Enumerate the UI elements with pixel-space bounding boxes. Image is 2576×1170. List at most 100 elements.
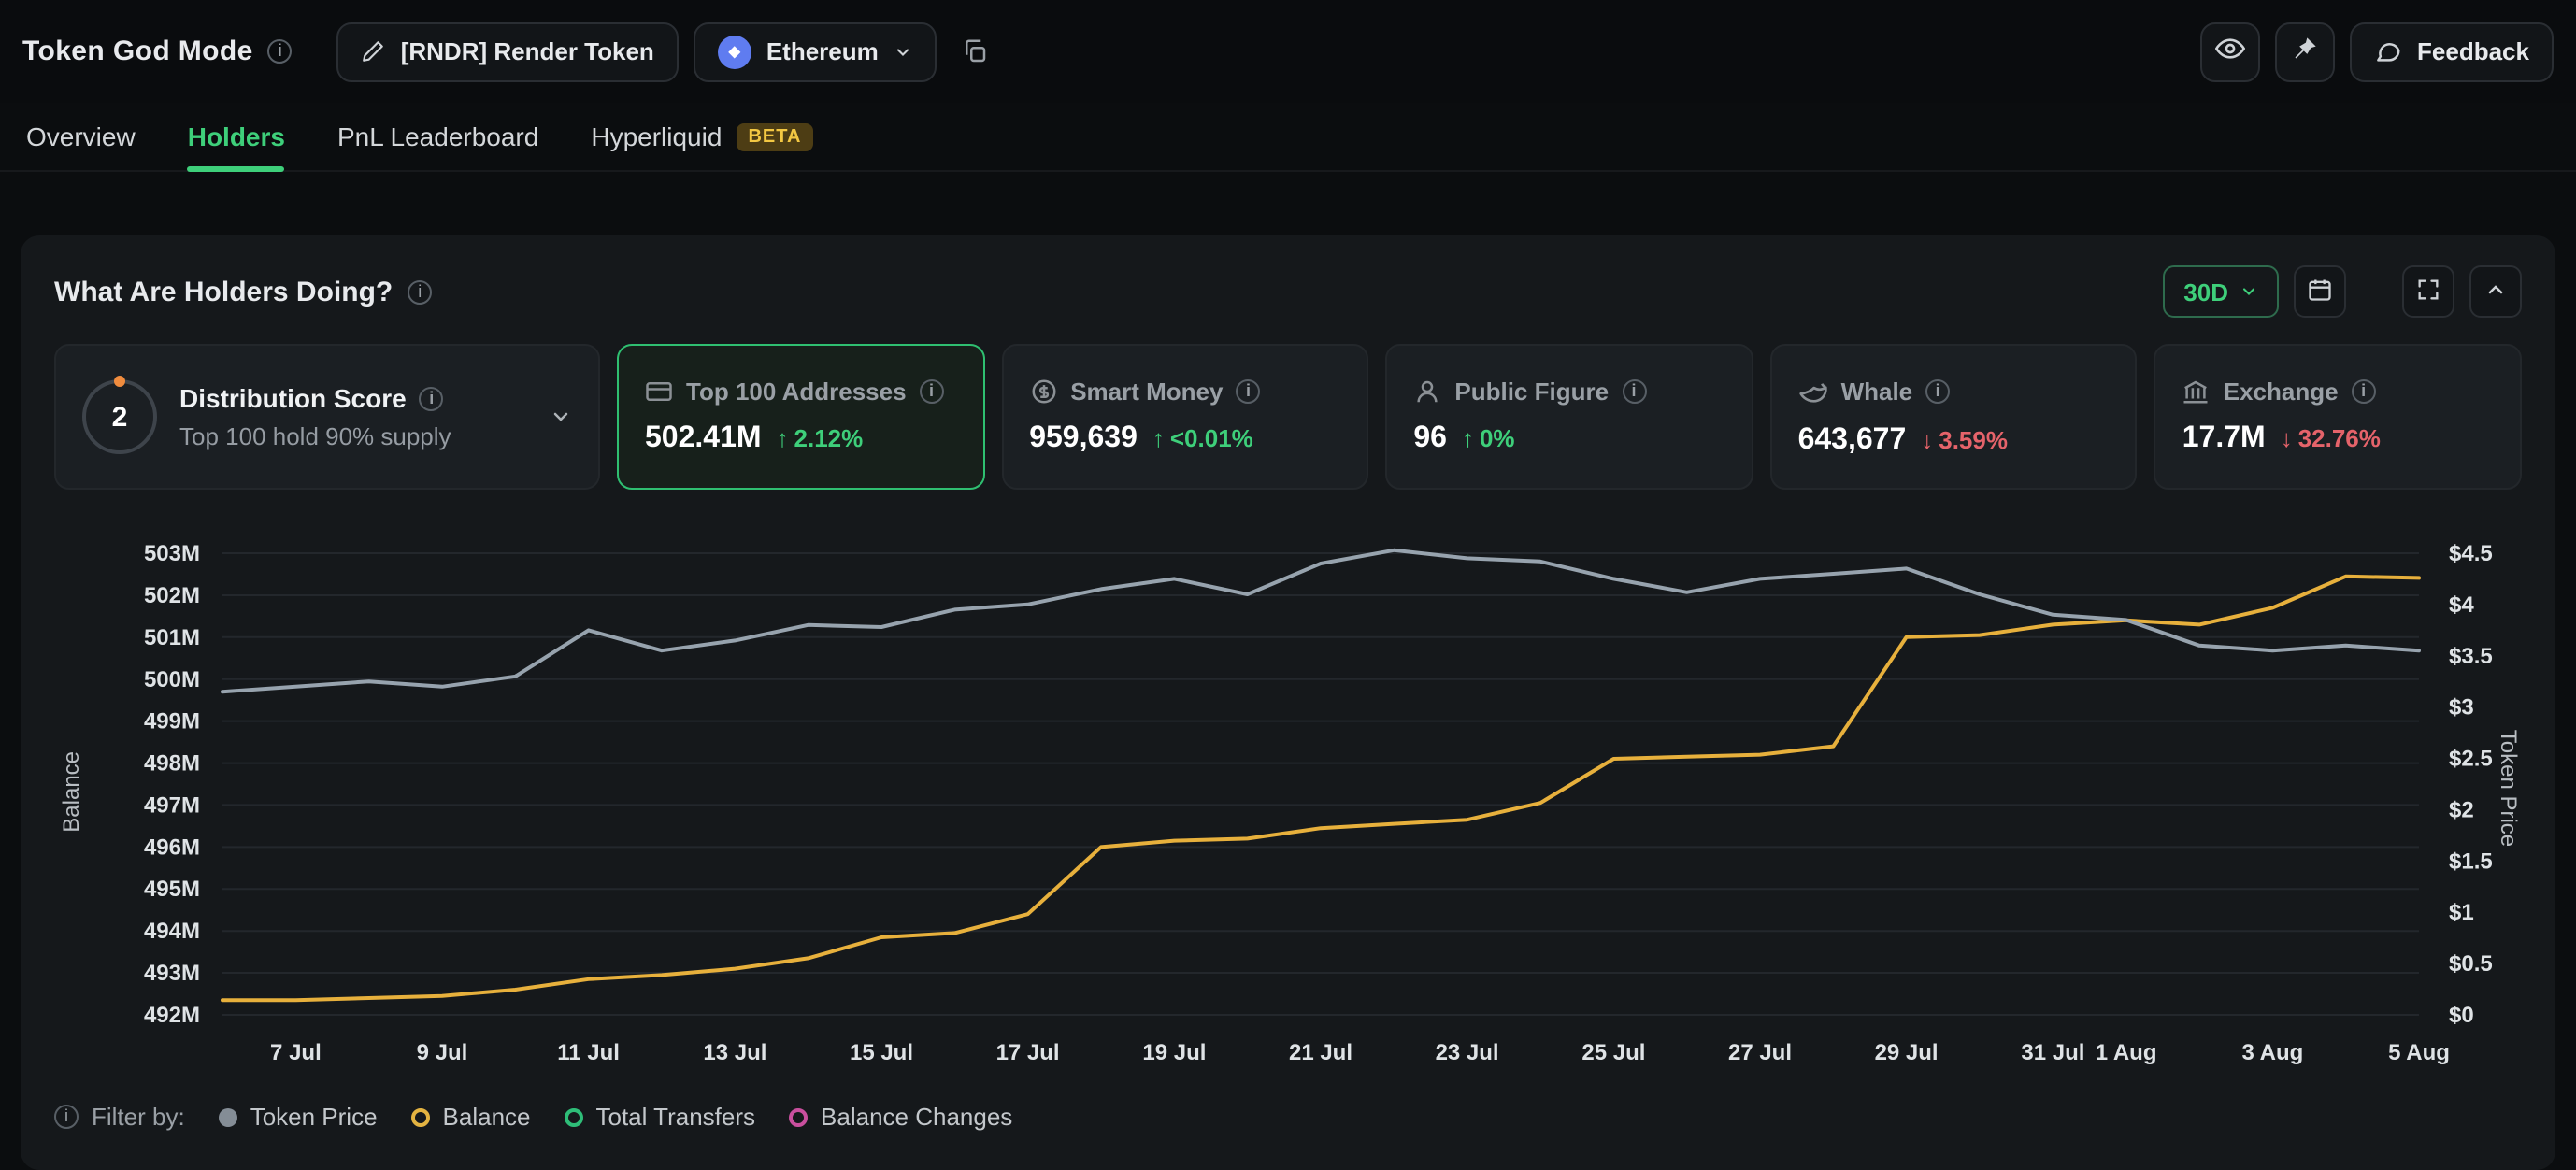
chevron-down-icon[interactable] (550, 406, 572, 428)
holder-stats-row: 2 Distribution Score i Top 100 hold 90% … (54, 344, 2522, 490)
svg-text:3 Aug: 3 Aug (2242, 1040, 2304, 1065)
top-bar: Token God Mode i [RNDR] Render Token ◆ E… (0, 0, 2576, 103)
tab-pnl-leaderboard[interactable]: PnL Leaderboard (337, 103, 538, 170)
legend-label: Balance Changes (821, 1103, 1012, 1131)
svg-text:500M: 500M (144, 667, 200, 692)
svg-text:$1.5: $1.5 (2449, 849, 2493, 874)
svg-text:502M: 502M (144, 583, 200, 608)
chevron-up-icon (2484, 278, 2507, 306)
trend-arrow-icon: ↑ (1462, 424, 1474, 452)
change-badge: ↑<0.01% (1152, 424, 1253, 452)
trend-arrow-icon: ↓ (2281, 424, 2293, 452)
watchlist-eye-button[interactable] (2200, 21, 2260, 81)
svg-text:7 Jul: 7 Jul (270, 1040, 322, 1065)
chevron-down-icon (894, 42, 912, 61)
info-icon[interactable]: i (920, 379, 944, 404)
svg-text:492M: 492M (144, 1003, 200, 1028)
collapse-button[interactable] (2469, 265, 2522, 318)
eye-icon (2215, 34, 2245, 69)
trend-arrow-icon: ↑ (1152, 424, 1165, 452)
svg-text:501M: 501M (144, 625, 200, 650)
tab-overview[interactable]: Overview (26, 103, 136, 170)
info-icon[interactable]: i (408, 279, 432, 304)
trend-arrow-icon: ↓ (1921, 425, 1933, 453)
info-icon[interactable]: i (1925, 379, 1950, 404)
stat-card-top-100-addresses[interactable]: Top 100 Addresses i 502.41M ↑2.12% (617, 344, 984, 490)
svg-text:31 Jul: 31 Jul (2021, 1040, 2084, 1065)
chart-canvas[interactable]: 492M493M494M495M496M497M498M499M500M501M… (54, 520, 2522, 1090)
chart-filter-legend: i Filter by: Token Price Balance Total T… (54, 1103, 2522, 1131)
info-icon[interactable]: i (420, 386, 444, 410)
stat-value: 959,639 (1029, 422, 1138, 456)
balance-swatch-icon (411, 1107, 430, 1126)
legend-item-token-price[interactable]: Token Price (219, 1103, 378, 1131)
stat-card-public-figure[interactable]: Public Figure i 96 ↑0% (1385, 344, 1753, 490)
svg-text:499M: 499M (144, 709, 200, 735)
svg-text:27 Jul: 27 Jul (1728, 1040, 1792, 1065)
copy-icon[interactable] (952, 21, 1000, 81)
top-bar-right: Feedback (2200, 21, 2554, 81)
person-icon (1413, 378, 1441, 406)
svg-text:1 Aug: 1 Aug (2096, 1040, 2157, 1065)
legend-item-total-transfers[interactable]: Total Transfers (565, 1103, 756, 1131)
stat-card-smart-money[interactable]: Smart Money i 959,639 ↑<0.01% (1001, 344, 1368, 490)
legend-label: Total Transfers (596, 1103, 756, 1131)
svg-text:494M: 494M (144, 919, 200, 944)
distribution-score-ring: 2 (82, 379, 157, 454)
legend-item-balance-changes[interactable]: Balance Changes (789, 1103, 1012, 1131)
fullscreen-button[interactable] (2402, 265, 2454, 318)
calendar-button[interactable] (2294, 265, 2346, 318)
balance-price-chart[interactable]: Balance 492M493M494M495M496M497M498M499M… (54, 520, 2522, 1080)
trend-arrow-icon: ↑ (777, 424, 789, 452)
change-badge: ↓32.76% (2281, 424, 2381, 452)
token-select-button[interactable]: [RNDR] Render Token (337, 21, 679, 81)
svg-text:29 Jul: 29 Jul (1875, 1040, 1939, 1065)
stat-card-whale[interactable]: Whale i 643,677 ↓3.59% (1770, 344, 2138, 490)
info-icon[interactable]: i (2352, 379, 2376, 404)
time-range-selector[interactable]: 30D (2163, 265, 2279, 318)
info-icon[interactable]: i (1236, 379, 1260, 404)
change-value: <0.01% (1170, 424, 1253, 452)
svg-text:496M: 496M (144, 835, 200, 860)
tab-holders[interactable]: Holders (188, 103, 285, 170)
panel-header: What Are Holders Doing? i 30D (54, 265, 2522, 318)
tab-label: Holders (188, 121, 285, 151)
svg-text:23 Jul: 23 Jul (1436, 1040, 1499, 1065)
svg-text:$2: $2 (2449, 797, 2474, 822)
stat-value: 17.7M (2182, 422, 2266, 456)
distribution-title: Distribution Score (179, 383, 407, 413)
info-icon[interactable]: i (54, 1105, 79, 1129)
change-badge: ↑2.12% (777, 424, 864, 452)
pin-button[interactable] (2275, 21, 2335, 81)
distribution-score-card[interactable]: 2 Distribution Score i Top 100 hold 90% … (54, 344, 600, 490)
y-axis-label-balance: Balance (58, 751, 84, 833)
filter-by-label: i Filter by: (54, 1103, 185, 1131)
stat-label: Smart Money (1070, 378, 1223, 406)
distribution-subtitle: Top 100 hold 90% supply (179, 422, 451, 450)
svg-text:$0: $0 (2449, 1003, 2474, 1028)
tab-bar: Overview Holders PnL Leaderboard Hyperli… (0, 103, 2576, 172)
svg-text:$4: $4 (2449, 592, 2474, 618)
svg-text:11 Jul: 11 Jul (557, 1040, 620, 1065)
svg-text:497M: 497M (144, 792, 200, 818)
feedback-button[interactable]: Feedback (2350, 21, 2554, 81)
info-icon[interactable]: i (268, 39, 293, 64)
tab-hyperliquid[interactable]: Hyperliquid BETA (591, 103, 812, 170)
info-icon[interactable]: i (1622, 379, 1646, 404)
chain-select-button[interactable]: ◆ Ethereum (694, 21, 937, 81)
legend-item-balance[interactable]: Balance (411, 1103, 531, 1131)
change-value: 32.76% (2298, 424, 2381, 452)
stat-label: Public Figure (1454, 378, 1609, 406)
top-bar-left: Token God Mode i [RNDR] Render Token ◆ E… (22, 21, 1000, 81)
legend-label: Token Price (250, 1103, 378, 1131)
svg-text:25 Jul: 25 Jul (1581, 1040, 1645, 1065)
stat-label: Whale (1841, 378, 1913, 406)
stat-card-exchange[interactable]: Exchange i 17.7M ↓32.76% (2154, 344, 2522, 490)
token-god-mode-page: Token God Mode i [RNDR] Render Token ◆ E… (0, 0, 2576, 1149)
svg-text:$1: $1 (2449, 900, 2474, 925)
change-value: 2.12% (794, 424, 864, 452)
fullscreen-icon (2415, 276, 2441, 307)
speech-bubble-icon (2374, 37, 2402, 65)
stat-value: 643,677 (1798, 423, 1907, 457)
svg-text:495M: 495M (144, 877, 200, 902)
